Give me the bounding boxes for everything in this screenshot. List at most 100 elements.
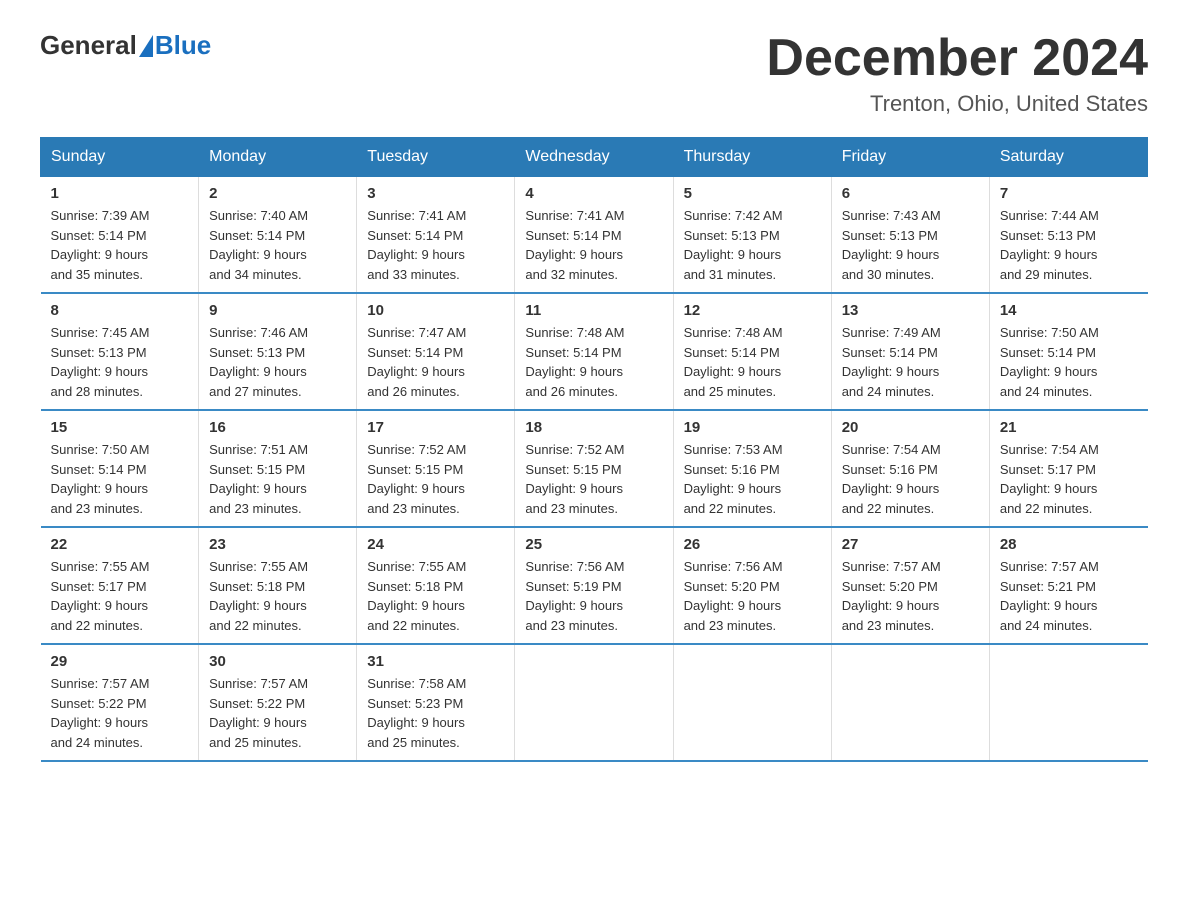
logo-triangle-icon <box>139 35 153 57</box>
week-row-4: 22 Sunrise: 7:55 AMSunset: 5:17 PMDaylig… <box>41 527 1148 644</box>
calendar-cell: 16 Sunrise: 7:51 AMSunset: 5:15 PMDaylig… <box>199 410 357 527</box>
day-info: Sunrise: 7:54 AMSunset: 5:17 PMDaylight:… <box>1000 442 1099 516</box>
day-info: Sunrise: 7:57 AMSunset: 5:22 PMDaylight:… <box>51 676 150 750</box>
calendar-cell: 26 Sunrise: 7:56 AMSunset: 5:20 PMDaylig… <box>673 527 831 644</box>
day-number: 22 <box>51 536 189 553</box>
calendar-cell: 11 Sunrise: 7:48 AMSunset: 5:14 PMDaylig… <box>515 293 673 410</box>
day-number: 24 <box>367 536 504 553</box>
day-number: 18 <box>525 419 662 436</box>
calendar-cell <box>673 644 831 761</box>
calendar-cell: 2 Sunrise: 7:40 AMSunset: 5:14 PMDayligh… <box>199 177 357 294</box>
calendar-cell: 23 Sunrise: 7:55 AMSunset: 5:18 PMDaylig… <box>199 527 357 644</box>
day-number: 16 <box>209 419 346 436</box>
calendar-cell: 17 Sunrise: 7:52 AMSunset: 5:15 PMDaylig… <box>357 410 515 527</box>
day-info: Sunrise: 7:49 AMSunset: 5:14 PMDaylight:… <box>842 325 941 399</box>
calendar-cell: 28 Sunrise: 7:57 AMSunset: 5:21 PMDaylig… <box>989 527 1147 644</box>
calendar-cell: 1 Sunrise: 7:39 AMSunset: 5:14 PMDayligh… <box>41 177 199 294</box>
header-tuesday: Tuesday <box>357 138 515 177</box>
calendar-cell: 31 Sunrise: 7:58 AMSunset: 5:23 PMDaylig… <box>357 644 515 761</box>
day-info: Sunrise: 7:48 AMSunset: 5:14 PMDaylight:… <box>684 325 783 399</box>
logo-blue-text: Blue <box>155 30 211 61</box>
header-saturday: Saturday <box>989 138 1147 177</box>
logo-general-text: General <box>40 30 137 61</box>
calendar-cell: 9 Sunrise: 7:46 AMSunset: 5:13 PMDayligh… <box>199 293 357 410</box>
calendar-cell: 13 Sunrise: 7:49 AMSunset: 5:14 PMDaylig… <box>831 293 989 410</box>
day-info: Sunrise: 7:43 AMSunset: 5:13 PMDaylight:… <box>842 208 941 282</box>
calendar-cell <box>515 644 673 761</box>
day-number: 1 <box>51 185 189 202</box>
calendar-cell: 8 Sunrise: 7:45 AMSunset: 5:13 PMDayligh… <box>41 293 199 410</box>
days-of-week-row: Sunday Monday Tuesday Wednesday Thursday… <box>41 138 1148 177</box>
calendar-cell: 20 Sunrise: 7:54 AMSunset: 5:16 PMDaylig… <box>831 410 989 527</box>
calendar-cell: 25 Sunrise: 7:56 AMSunset: 5:19 PMDaylig… <box>515 527 673 644</box>
day-info: Sunrise: 7:41 AMSunset: 5:14 PMDaylight:… <box>367 208 466 282</box>
calendar-cell <box>989 644 1147 761</box>
day-number: 7 <box>1000 185 1138 202</box>
day-info: Sunrise: 7:53 AMSunset: 5:16 PMDaylight:… <box>684 442 783 516</box>
calendar-cell: 30 Sunrise: 7:57 AMSunset: 5:22 PMDaylig… <box>199 644 357 761</box>
day-info: Sunrise: 7:39 AMSunset: 5:14 PMDaylight:… <box>51 208 150 282</box>
day-number: 14 <box>1000 302 1138 319</box>
day-number: 8 <box>51 302 189 319</box>
week-row-2: 8 Sunrise: 7:45 AMSunset: 5:13 PMDayligh… <box>41 293 1148 410</box>
day-number: 9 <box>209 302 346 319</box>
calendar-body: 1 Sunrise: 7:39 AMSunset: 5:14 PMDayligh… <box>41 177 1148 762</box>
day-number: 2 <box>209 185 346 202</box>
calendar-cell: 6 Sunrise: 7:43 AMSunset: 5:13 PMDayligh… <box>831 177 989 294</box>
title-area: December 2024 Trenton, Ohio, United Stat… <box>766 30 1148 117</box>
day-info: Sunrise: 7:57 AMSunset: 5:20 PMDaylight:… <box>842 559 941 633</box>
calendar-cell: 10 Sunrise: 7:47 AMSunset: 5:14 PMDaylig… <box>357 293 515 410</box>
day-number: 27 <box>842 536 979 553</box>
calendar-table: Sunday Monday Tuesday Wednesday Thursday… <box>40 137 1148 762</box>
calendar-cell <box>831 644 989 761</box>
day-number: 3 <box>367 185 504 202</box>
page-header: General Blue December 2024 Trenton, Ohio… <box>40 30 1148 117</box>
day-info: Sunrise: 7:55 AMSunset: 5:18 PMDaylight:… <box>367 559 466 633</box>
day-number: 25 <box>525 536 662 553</box>
day-number: 19 <box>684 419 821 436</box>
day-info: Sunrise: 7:52 AMSunset: 5:15 PMDaylight:… <box>525 442 624 516</box>
calendar-cell: 5 Sunrise: 7:42 AMSunset: 5:13 PMDayligh… <box>673 177 831 294</box>
day-number: 5 <box>684 185 821 202</box>
day-number: 20 <box>842 419 979 436</box>
day-info: Sunrise: 7:48 AMSunset: 5:14 PMDaylight:… <box>525 325 624 399</box>
day-info: Sunrise: 7:50 AMSunset: 5:14 PMDaylight:… <box>51 442 150 516</box>
day-info: Sunrise: 7:54 AMSunset: 5:16 PMDaylight:… <box>842 442 941 516</box>
day-number: 23 <box>209 536 346 553</box>
day-info: Sunrise: 7:46 AMSunset: 5:13 PMDaylight:… <box>209 325 308 399</box>
day-number: 10 <box>367 302 504 319</box>
day-info: Sunrise: 7:40 AMSunset: 5:14 PMDaylight:… <box>209 208 308 282</box>
calendar-cell: 18 Sunrise: 7:52 AMSunset: 5:15 PMDaylig… <box>515 410 673 527</box>
day-info: Sunrise: 7:55 AMSunset: 5:17 PMDaylight:… <box>51 559 150 633</box>
day-info: Sunrise: 7:57 AMSunset: 5:22 PMDaylight:… <box>209 676 308 750</box>
calendar-cell: 12 Sunrise: 7:48 AMSunset: 5:14 PMDaylig… <box>673 293 831 410</box>
month-title: December 2024 <box>766 30 1148 87</box>
calendar-cell: 29 Sunrise: 7:57 AMSunset: 5:22 PMDaylig… <box>41 644 199 761</box>
header-monday: Monday <box>199 138 357 177</box>
calendar-header: Sunday Monday Tuesday Wednesday Thursday… <box>41 138 1148 177</box>
day-info: Sunrise: 7:56 AMSunset: 5:19 PMDaylight:… <box>525 559 624 633</box>
header-sunday: Sunday <box>41 138 199 177</box>
day-info: Sunrise: 7:47 AMSunset: 5:14 PMDaylight:… <box>367 325 466 399</box>
calendar-cell: 7 Sunrise: 7:44 AMSunset: 5:13 PMDayligh… <box>989 177 1147 294</box>
day-info: Sunrise: 7:41 AMSunset: 5:14 PMDaylight:… <box>525 208 624 282</box>
calendar-cell: 19 Sunrise: 7:53 AMSunset: 5:16 PMDaylig… <box>673 410 831 527</box>
day-info: Sunrise: 7:58 AMSunset: 5:23 PMDaylight:… <box>367 676 466 750</box>
day-number: 30 <box>209 653 346 670</box>
day-info: Sunrise: 7:44 AMSunset: 5:13 PMDaylight:… <box>1000 208 1099 282</box>
header-wednesday: Wednesday <box>515 138 673 177</box>
calendar-cell: 24 Sunrise: 7:55 AMSunset: 5:18 PMDaylig… <box>357 527 515 644</box>
logo: General Blue <box>40 30 211 61</box>
day-number: 12 <box>684 302 821 319</box>
calendar-cell: 15 Sunrise: 7:50 AMSunset: 5:14 PMDaylig… <box>41 410 199 527</box>
day-info: Sunrise: 7:45 AMSunset: 5:13 PMDaylight:… <box>51 325 150 399</box>
day-info: Sunrise: 7:57 AMSunset: 5:21 PMDaylight:… <box>1000 559 1099 633</box>
day-info: Sunrise: 7:51 AMSunset: 5:15 PMDaylight:… <box>209 442 308 516</box>
day-info: Sunrise: 7:50 AMSunset: 5:14 PMDaylight:… <box>1000 325 1099 399</box>
calendar-cell: 22 Sunrise: 7:55 AMSunset: 5:17 PMDaylig… <box>41 527 199 644</box>
day-info: Sunrise: 7:52 AMSunset: 5:15 PMDaylight:… <box>367 442 466 516</box>
day-number: 4 <box>525 185 662 202</box>
header-friday: Friday <box>831 138 989 177</box>
day-number: 6 <box>842 185 979 202</box>
calendar-cell: 3 Sunrise: 7:41 AMSunset: 5:14 PMDayligh… <box>357 177 515 294</box>
